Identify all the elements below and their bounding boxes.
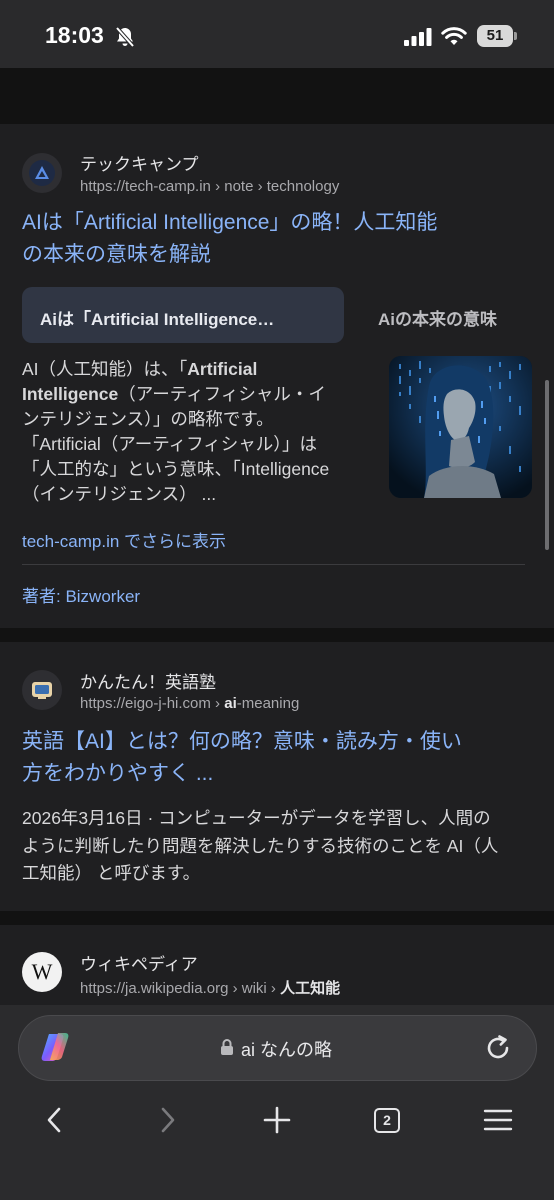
status-bar: 18:03 51 xyxy=(0,0,554,68)
status-time: 18:03 xyxy=(45,22,104,48)
battery-level: 51 xyxy=(486,27,504,44)
separator-1 xyxy=(0,628,554,642)
chip-next[interactable]: Aiの本来の意味 xyxy=(378,305,497,330)
eigo-juku-icon xyxy=(32,682,52,699)
wikipedia-logo: W xyxy=(22,952,62,992)
cellular-signal-icon xyxy=(404,28,432,46)
battery-indicator: 51 xyxy=(477,25,517,47)
wifi-icon xyxy=(441,27,467,45)
chevron-right-icon xyxy=(161,1107,175,1133)
top-separator xyxy=(0,68,554,124)
eigo-juku-logo xyxy=(22,670,62,710)
hamburger-menu-icon xyxy=(483,1109,513,1131)
new-tab-button[interactable] xyxy=(257,1100,297,1140)
site-url[interactable]: https://tech-camp.in › note › technology xyxy=(80,178,339,195)
author-link[interactable]: 著者: Bizworker xyxy=(22,582,140,607)
result-snippet: 2026年3月16日 · コンピューターがデータを学習し、人間の ように判断した… xyxy=(22,808,499,883)
more-results-link[interactable]: tech-camp.in でさらに表示 xyxy=(22,527,226,552)
lock-icon xyxy=(221,1039,233,1055)
copilot-icon[interactable] xyxy=(38,1030,72,1064)
chevron-left-icon xyxy=(47,1107,61,1133)
result-title-link[interactable]: 英語【AI】とは？何の略？意味・読み方・使い 方をわかりやすく ... xyxy=(22,726,532,790)
scrollbar-thumb[interactable] xyxy=(545,380,549,550)
result-thumbnail-image[interactable] xyxy=(389,356,532,498)
wikipedia-w-icon: W xyxy=(31,959,53,984)
site-name[interactable]: テックキャンプ xyxy=(80,150,199,175)
chip-active[interactable]: Aiは「Artificial Intelligence… xyxy=(22,287,344,343)
back-button[interactable] xyxy=(35,1100,75,1140)
site-url[interactable]: https://ja.wikipedia.org › wiki › 人工知能 xyxy=(80,977,340,998)
result-title-link[interactable]: AIは「Artificial Intelligence」の略！人工知能 の本来の… xyxy=(22,207,532,271)
address-query[interactable]: ai なんの略 xyxy=(241,1036,332,1062)
techcamp-triangle-icon xyxy=(29,160,55,186)
tabs-button[interactable]: 2 xyxy=(367,1100,407,1140)
tab-count: 2 xyxy=(374,1107,400,1133)
site-name[interactable]: かんたん！英語塾 xyxy=(80,668,216,693)
separator-2 xyxy=(0,911,554,925)
site-name[interactable]: ウィキペディア xyxy=(80,950,198,975)
site-url[interactable]: https://eigo-j-hi.com › ai-meaning xyxy=(80,695,299,712)
divider xyxy=(22,564,525,565)
result-snippet: AI（人工知能）は、「Artificial Intelligence（アーティフ… xyxy=(22,359,330,504)
plus-icon xyxy=(263,1106,291,1134)
bell-slash-icon xyxy=(115,26,135,48)
reload-icon[interactable] xyxy=(482,1032,514,1064)
menu-button[interactable] xyxy=(478,1100,518,1140)
forward-button[interactable] xyxy=(147,1100,187,1140)
techcamp-logo xyxy=(22,153,62,193)
